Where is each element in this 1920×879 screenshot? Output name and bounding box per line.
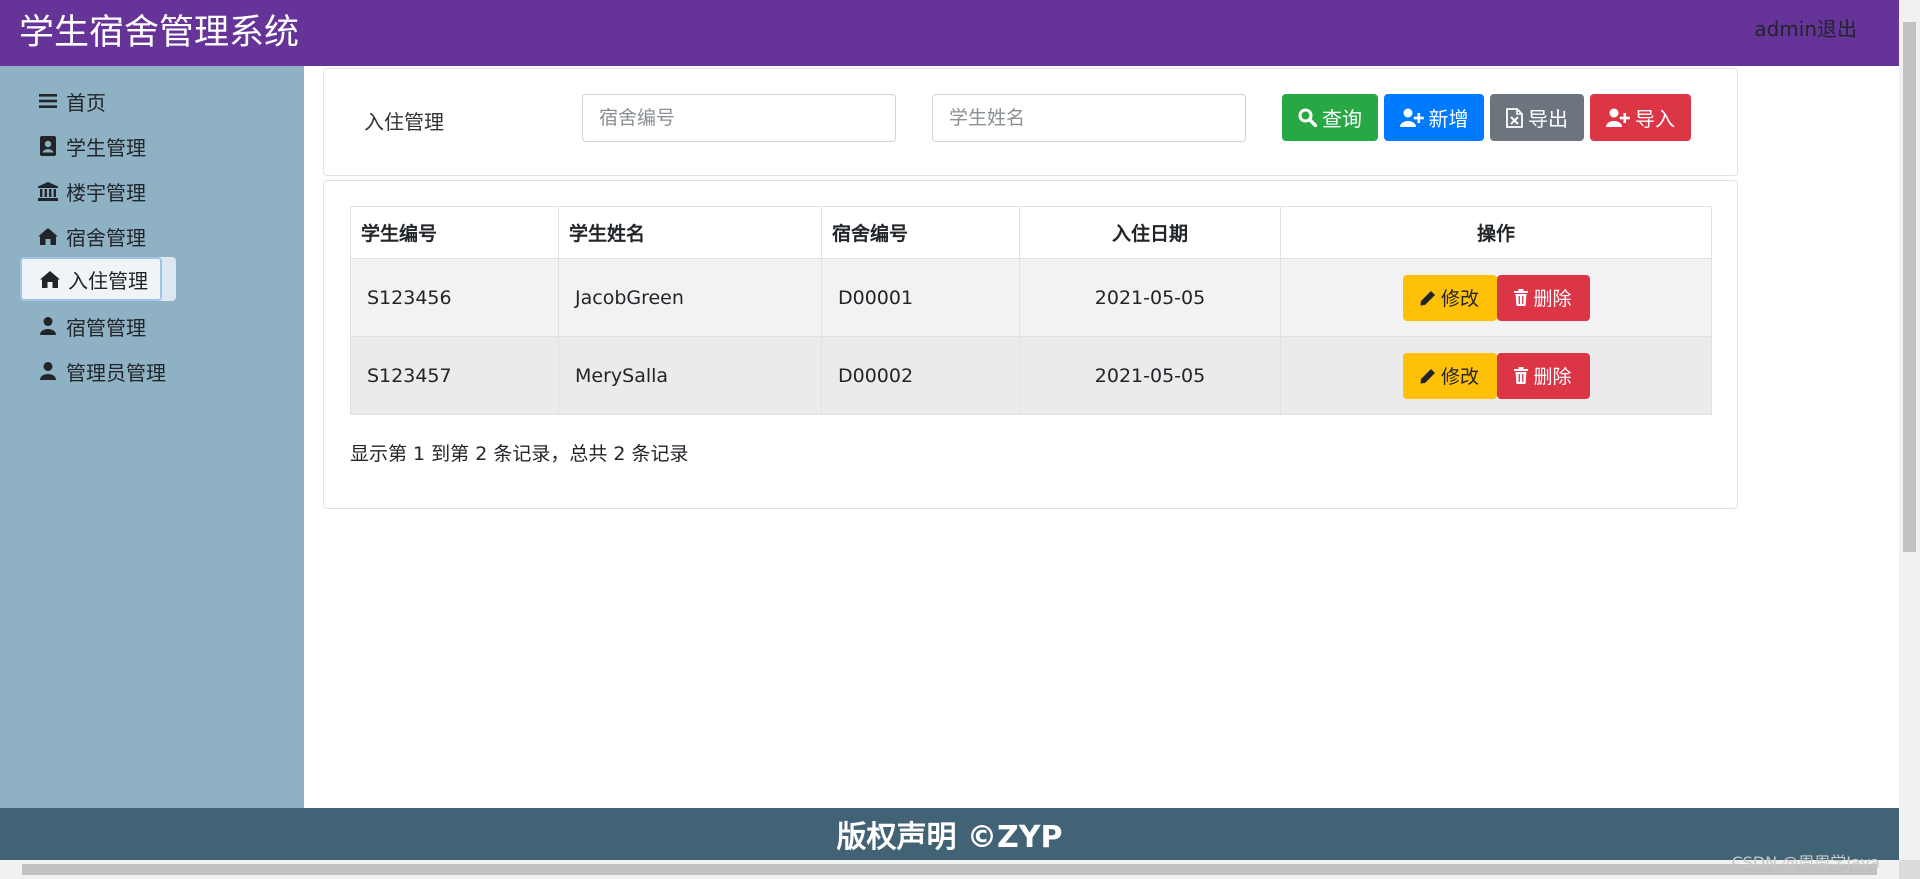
sidebar-item-admins[interactable]: 管理员管理 [20,349,166,393]
scrollbar-corner [1899,860,1920,879]
bars-icon [36,89,60,113]
watermark: CSDN @周周学Java [1731,853,1880,872]
sidebar-item-home[interactable]: 首页 [20,79,106,123]
sidebar-item-label: 宿舍管理 [66,225,146,250]
home-icon [38,267,62,291]
pencil-icon [1420,290,1435,305]
cell-actions: 修改 删除 [1280,258,1712,337]
table-panel: 学生编号 学生姓名 宿舍编号 入住日期 操作 S123456 JacobGree… [323,180,1738,509]
vertical-scrollbar-thumb[interactable] [1903,22,1916,552]
column-header-checkin-date: 入住日期 [1019,206,1281,259]
search-icon [1298,108,1317,127]
sidebar-item-label: 宿管管理 [66,315,146,340]
cell-actions: 修改 删除 [1280,336,1712,415]
horizontal-scrollbar-thumb[interactable] [22,864,1877,875]
sidebar-item-label: 楼宇管理 [66,180,146,205]
user-icon [36,314,60,338]
query-button[interactable]: 查询 [1282,94,1378,141]
search-panel: 入住管理 查询 新增 导出 导入 [323,68,1738,176]
column-header-student-id: 学生编号 [350,206,559,259]
institution-icon [36,179,60,203]
user-icon [36,359,60,383]
add-button[interactable]: 新增 [1384,94,1484,141]
sidebar-item-label: 入住管理 [68,268,148,293]
export-button-label: 导出 [1528,107,1568,131]
column-header-actions: 操作 [1280,206,1712,259]
cell-student-name: JacobGreen [558,258,822,337]
trash-icon [1514,367,1529,384]
sidebar-item-dorm-managers[interactable]: 宿管管理 [20,304,146,348]
delete-button-label: 删除 [1533,366,1572,388]
edit-button-label: 修改 [1440,366,1479,388]
sidebar: 首页 学生管理 楼宇管理 宿舍管理 入住管理 宿管管理 管理员管理 [0,66,304,808]
delete-button-label: 删除 [1533,288,1572,310]
sidebar-item-students[interactable]: 学生管理 [20,124,146,168]
cell-checkin-date: 2021-05-05 [1019,258,1281,337]
edit-button-label: 修改 [1440,288,1479,310]
dorm-id-input[interactable] [582,94,896,142]
admin-logout-link[interactable]: admin退出 [1754,17,1857,41]
student-name-input[interactable] [932,94,1246,142]
trash-icon [1514,289,1529,306]
cell-checkin-date: 2021-05-05 [1019,336,1281,415]
sidebar-item-buildings[interactable]: 楼宇管理 [20,169,146,213]
import-button[interactable]: 导入 [1590,94,1691,141]
table-row: S123457 MerySalla D00002 2021-05-05 修改 删… [350,336,1712,415]
address-book-icon [36,134,60,158]
import-button-label: 导入 [1635,107,1675,131]
delete-button[interactable]: 删除 [1496,274,1590,321]
sidebar-item-label: 首页 [66,90,106,115]
edit-button[interactable]: 修改 [1402,352,1497,399]
footer: 版权声明 ©ZYP [0,808,1899,860]
sidebar-item-label: 学生管理 [66,135,146,160]
cell-student-id: S123456 [350,258,559,337]
query-button-label: 查询 [1322,107,1362,131]
column-header-dorm-id: 宿舍编号 [821,206,1020,259]
pagination-info: 显示第 1 到第 2 条记录，总共 2 条记录 [350,443,689,465]
add-button-label: 新增 [1428,107,1469,131]
checkin-table: 学生编号 学生姓名 宿舍编号 入住日期 操作 S123456 JacobGree… [350,206,1712,415]
sidebar-item-dorms[interactable]: 宿舍管理 [20,214,146,258]
section-title: 入住管理 [364,110,444,134]
cell-dorm-id: D00001 [821,258,1020,337]
top-header: 学生宿舍管理系统 admin退出 [0,0,1899,66]
delete-button[interactable]: 删除 [1496,352,1590,399]
cell-student-name: MerySalla [558,336,822,415]
pencil-icon [1420,368,1435,383]
edit-button[interactable]: 修改 [1402,274,1497,321]
user-plus-icon [1399,108,1424,127]
cell-dorm-id: D00002 [821,336,1020,415]
app-title: 学生宿舍管理系统 [19,13,300,53]
horizontal-scrollbar[interactable] [0,860,1899,879]
copyright-text: 版权声明 ©ZYP [836,820,1063,855]
cell-student-id: S123457 [350,336,559,415]
file-excel-icon [1506,107,1523,128]
vertical-scrollbar[interactable] [1899,0,1920,860]
column-header-student-name: 学生姓名 [558,206,822,259]
home-icon [36,224,60,248]
export-button[interactable]: 导出 [1490,94,1584,141]
user-plus-icon [1606,108,1630,127]
table-header-row: 学生编号 学生姓名 宿舍编号 入住日期 操作 [350,206,1712,259]
sidebar-item-label: 管理员管理 [66,360,166,385]
sidebar-item-checkin[interactable]: 入住管理 [20,257,162,301]
table-row: S123456 JacobGreen D00001 2021-05-05 修改 … [350,258,1712,337]
